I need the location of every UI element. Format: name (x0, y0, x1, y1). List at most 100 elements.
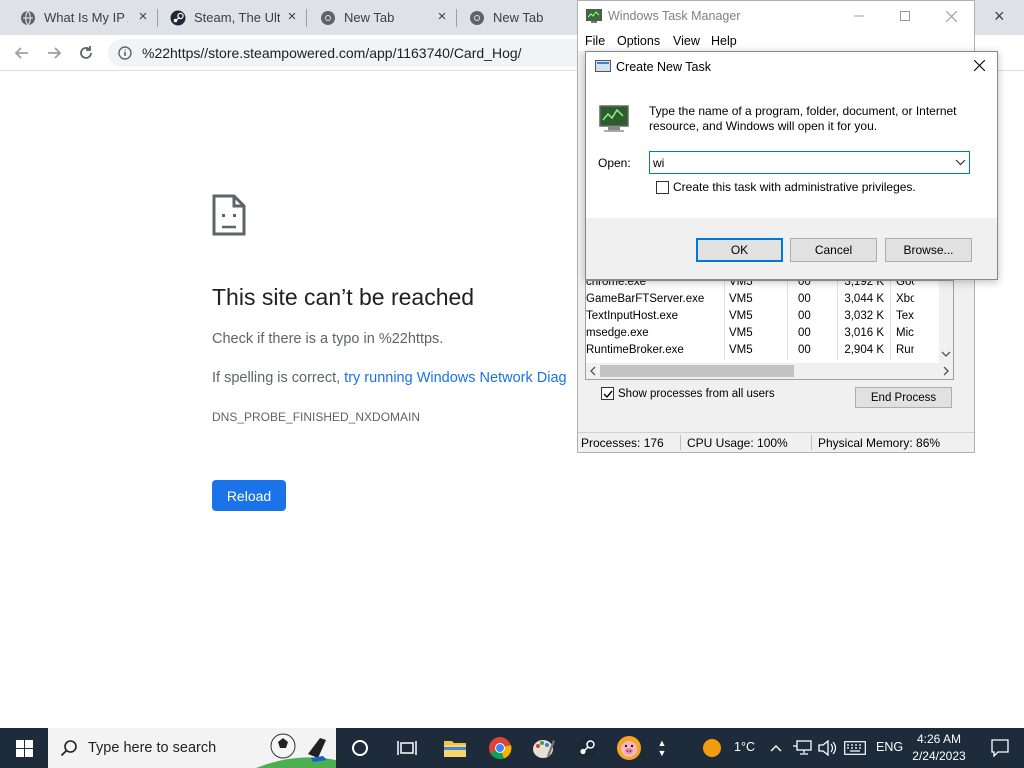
table-row[interactable]: RuntimeBroker.exe VM5 00 2,904 K Run (586, 343, 936, 360)
maximize-button[interactable] (882, 1, 928, 31)
vertical-scrollbar[interactable] (939, 281, 953, 363)
process-user: VM5 (729, 293, 753, 305)
admin-privileges-option[interactable]: Create this task with administrative pri… (656, 180, 916, 194)
task-manager-large-icon (599, 105, 629, 132)
chrome-icon (489, 737, 512, 760)
chevron-up-icon[interactable]: ▲ (658, 738, 667, 748)
window-close-button[interactable] (928, 1, 974, 31)
open-input[interactable] (653, 154, 943, 171)
chrome-icon (469, 10, 485, 26)
process-cpu: 00 (798, 344, 811, 356)
network-diagnostics-link[interactable]: try running Windows Network Diag (344, 370, 566, 386)
ok-button[interactable]: OK (696, 238, 783, 262)
process-cpu: 00 (798, 327, 811, 339)
status-memory: Physical Memory: 86% (818, 436, 941, 450)
show-all-users-checkbox[interactable] (601, 387, 614, 400)
process-list[interactable]: chrome.exe VM5 00 3,192 K Goo GameBarFTS… (585, 280, 954, 380)
folder-icon (444, 741, 466, 757)
scroll-left-icon[interactable] (586, 363, 600, 379)
scroll-down-icon[interactable] (939, 347, 953, 361)
end-process-button[interactable]: End Process (855, 387, 952, 408)
show-hidden-icons-button[interactable] (766, 728, 786, 768)
minimize-icon (854, 15, 864, 17)
task-manager-title: Windows Task Manager (608, 9, 741, 23)
taskbar-file-explorer[interactable] (433, 728, 477, 768)
process-memory: 3,032 K (844, 310, 884, 322)
taskbar-card-hog-game[interactable] (607, 728, 651, 768)
task-manager-titlebar[interactable]: Windows Task Manager (578, 1, 974, 33)
process-name: TextInputHost.exe (586, 310, 679, 322)
tab-title: New Tab (493, 10, 544, 25)
browse-button[interactable]: Browse... (885, 238, 972, 262)
dropdown-button[interactable] (953, 155, 967, 170)
taskbar: Type here to search ▲ ▼ 1°C ENG 4:26 AM … (0, 728, 1024, 768)
info-icon[interactable] (118, 46, 132, 60)
menu-file[interactable]: File (585, 34, 605, 48)
reload-button[interactable]: Reload (212, 480, 286, 511)
weather-widget[interactable] (700, 728, 724, 768)
table-row[interactable]: GameBarFTServer.exe VM5 00 3,044 K Xbo (586, 292, 936, 309)
create-new-task-dialog: Create New Task Type the name of a progr… (585, 51, 998, 280)
status-divider (811, 435, 812, 450)
menu-help[interactable]: Help (711, 34, 737, 48)
tab-steam[interactable]: Steam, The Ultim × (150, 0, 307, 35)
reload-toolbar-button[interactable] (74, 41, 98, 65)
horizontal-scrollbar[interactable] (586, 363, 953, 379)
task-view-button[interactable] (385, 728, 429, 768)
menu-view[interactable]: View (673, 34, 700, 48)
process-description: Goo (896, 280, 914, 288)
status-processes: Processes: 176 (581, 436, 664, 450)
dialog-button-bar: OK Cancel Browse... (586, 218, 997, 279)
close-icon[interactable]: × (994, 6, 1005, 27)
chevron-down-icon[interactable]: ▼ (658, 748, 667, 758)
tab-new-tab-2[interactable]: New Tab (449, 0, 579, 35)
address-bar[interactable]: %22https//store.steampowered.com/app/116… (108, 39, 608, 67)
input-language[interactable]: ENG (876, 740, 903, 754)
search-icon (60, 740, 77, 757)
dialog-close-button[interactable] (969, 57, 989, 77)
volume-tray-icon[interactable] (815, 728, 839, 768)
cancel-button[interactable]: Cancel (790, 238, 877, 262)
table-row[interactable]: msedge.exe VM5 00 3,016 K Mic (586, 326, 936, 343)
process-user: VM5 (729, 327, 753, 339)
scrollbar-thumb[interactable] (600, 365, 794, 377)
tab-new-tab-1[interactable]: New Tab × (300, 0, 457, 35)
dialog-title: Create New Task (616, 60, 711, 74)
menu-options[interactable]: Options (617, 34, 660, 48)
close-icon[interactable]: × (136, 9, 150, 24)
process-user: VM5 (729, 344, 753, 356)
taskbar-paint[interactable] (521, 728, 565, 768)
taskbar-clock[interactable]: 4:26 AM 2/24/2023 (910, 731, 968, 765)
admin-privileges-label: Create this task with administrative pri… (673, 180, 916, 194)
taskbar-chrome[interactable] (478, 728, 522, 768)
taskbar-steam[interactable] (565, 728, 609, 768)
show-all-users-option[interactable]: Show processes from all users (601, 387, 775, 400)
network-tray-icon[interactable] (790, 728, 814, 768)
taskbar-scroll-chevrons[interactable]: ▲ ▼ (656, 728, 668, 768)
process-description: Xbo (896, 293, 914, 305)
tab-title: New Tab (344, 10, 395, 25)
process-description: Tex (896, 310, 914, 322)
table-row[interactable]: chrome.exe VM5 00 3,192 K Goo (586, 280, 936, 292)
close-icon[interactable]: × (285, 9, 299, 24)
forward-button[interactable] (42, 41, 66, 65)
touch-keyboard-icon-button[interactable] (842, 728, 868, 768)
clock-date: 2/24/2023 (912, 749, 966, 763)
back-button[interactable] (10, 41, 34, 65)
admin-privileges-checkbox[interactable] (656, 180, 669, 194)
table-row[interactable]: TextInputHost.exe VM5 00 3,032 K Tex (586, 309, 936, 326)
close-icon[interactable]: × (435, 9, 449, 24)
dialog-titlebar[interactable]: Create New Task (586, 52, 997, 82)
start-button[interactable] (0, 728, 48, 768)
open-combobox[interactable] (649, 151, 970, 174)
action-center-button[interactable] (978, 728, 1022, 768)
weather-temperature[interactable]: 1°C (734, 740, 755, 754)
tab-what-is-my-ip[interactable]: What Is My IP A × (0, 0, 158, 35)
forward-arrow-icon (48, 47, 62, 59)
minimize-button[interactable] (836, 1, 882, 31)
scroll-right-icon[interactable] (939, 363, 953, 379)
url-text[interactable]: %22https//store.steampowered.com/app/116… (142, 45, 522, 61)
cortana-button[interactable] (338, 728, 382, 768)
taskbar-search-box[interactable]: Type here to search (48, 728, 336, 768)
task-manager-menubar: File Options View Help (578, 33, 974, 51)
